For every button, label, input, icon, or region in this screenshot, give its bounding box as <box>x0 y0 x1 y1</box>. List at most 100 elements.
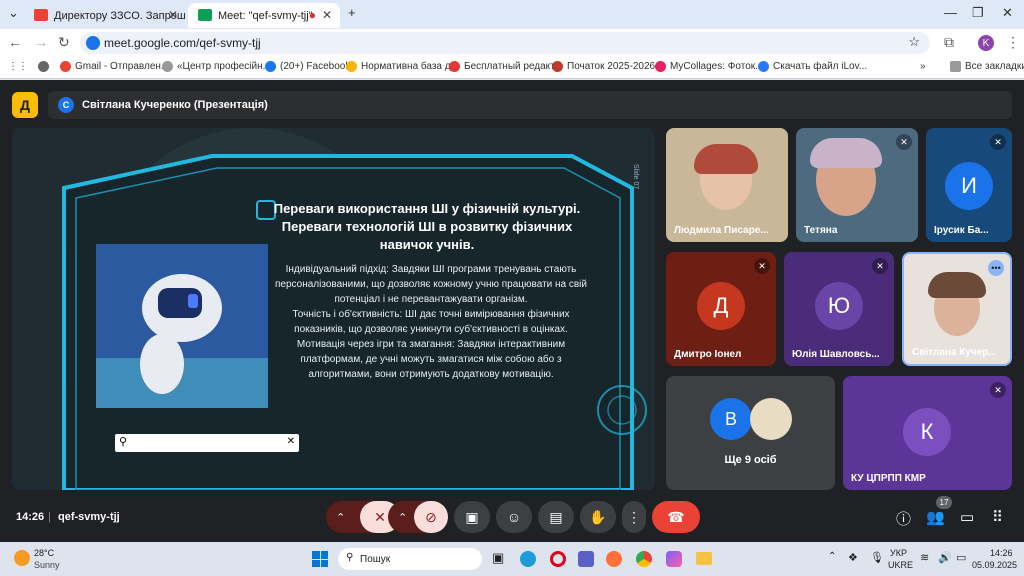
chevron-up-icon[interactable]: ⌃ <box>828 551 836 562</box>
people-icon[interactable]: 👥 <box>926 508 945 526</box>
edge-icon[interactable] <box>520 551 536 567</box>
search-placeholder: Пошук <box>360 553 391 565</box>
info-icon[interactable]: ⓘ <box>896 508 911 529</box>
file-explorer-icon[interactable] <box>696 552 712 565</box>
more-options-button[interactable]: ⋮ <box>622 501 646 533</box>
participant-tile[interactable]: Ю ✕ Юлія Шавловсь... <box>784 252 894 366</box>
participant-tile[interactable]: К ✕ КУ ЦПРПП КМР <box>843 376 1012 490</box>
volume-icon[interactable]: 🔊 <box>938 551 952 564</box>
present-button[interactable]: ▣ <box>454 501 490 533</box>
dropbox-icon[interactable]: ❖ <box>848 551 858 564</box>
globe-icon[interactable] <box>38 61 49 72</box>
teams-icon[interactable] <box>578 551 594 567</box>
raise-hand-button[interactable]: ✋ <box>580 501 616 533</box>
participant-tile[interactable]: И ✕ Ірусик Ба... <box>926 128 1012 242</box>
slide-body: Індивідуальний підхід: Завдяки ШІ програ… <box>272 262 590 382</box>
opera-icon[interactable] <box>550 551 566 567</box>
bookmark-item[interactable]: Скачать файл iLov... <box>758 61 867 72</box>
bookmark-item[interactable]: MyCollages: Фоток... <box>655 61 763 72</box>
bookmark-item[interactable]: «Центр професійн... <box>162 61 271 72</box>
weather-icon[interactable] <box>14 550 30 566</box>
bookmark-item[interactable]: Нормативна база д... <box>346 61 459 72</box>
search-box[interactable]: ⚲ Пошук <box>338 548 482 570</box>
bookmark-label: MyCollages: Фоток... <box>670 61 764 72</box>
close-icon[interactable]: ✕ <box>287 436 295 447</box>
participant-avatar: В <box>710 398 752 440</box>
restore-icon[interactable]: ❐ <box>972 5 984 21</box>
url-text: meet.google.com/qef-svmy-tjj <box>104 36 261 50</box>
window-close-icon[interactable]: ✕ <box>1002 5 1013 21</box>
all-bookmarks[interactable]: Все закладки <box>950 61 1024 72</box>
reload-icon[interactable]: ↻ <box>58 34 70 51</box>
camera-off-icon[interactable]: ⊘ <box>414 501 448 533</box>
tray-time[interactable]: 14:26 <box>990 548 1013 558</box>
more-participants-tile[interactable]: В Ще 9 осіб <box>666 376 835 490</box>
chrome-icon[interactable] <box>636 551 652 567</box>
mic-icon[interactable]: 🎙 <box>870 551 884 564</box>
site-info-icon[interactable] <box>86 36 100 50</box>
browser-chrome: ⌄ Директору ЗЗСО. Запрошення ✕ Meet: "qe… <box>0 0 1024 80</box>
bookmark-item[interactable]: Gmail - Отправлен... <box>60 61 169 72</box>
gmail-icon <box>34 9 48 21</box>
presentation-bar: С Світлана Кучеренко (Презентація) <box>48 91 1012 119</box>
star-icon[interactable]: ☆ <box>908 34 920 50</box>
camera-toggle[interactable]: ⌃ ⊘ <box>388 501 448 533</box>
start-icon[interactable] <box>312 551 328 567</box>
toolbar: ← → ↻ meet.google.com/qef-svmy-tjj ☆ ⧉ K… <box>0 29 1024 57</box>
tab-gmail[interactable]: Директору ЗЗСО. Запрошення ✕ <box>24 3 186 28</box>
close-icon[interactable]: ✕ <box>322 8 332 22</box>
participant-hair <box>810 138 882 168</box>
slide-search-box[interactable]: ⚲ ✕ <box>115 434 299 452</box>
back-icon[interactable]: ← <box>8 34 22 50</box>
bookmark-label: (20+) Facebook <box>280 61 351 72</box>
chevron-right-icon[interactable]: » <box>920 61 926 72</box>
meet-window: Д С Світлана Кучеренко (Презентація) Sli… <box>0 80 1024 542</box>
close-icon[interactable]: ✕ <box>168 8 178 22</box>
leave-call-button[interactable]: ☎ <box>652 501 700 533</box>
bookmark-label: Gmail - Отправлен... <box>75 61 170 72</box>
participant-avatar: И <box>945 162 993 210</box>
tab-meet[interactable]: Meet: "qef-svmy-tjj" ● ✕ <box>188 3 340 28</box>
battery-icon[interactable]: ▭ <box>956 551 966 564</box>
new-tab-icon[interactable]: + <box>348 5 356 20</box>
profile-avatar[interactable]: K <box>978 35 994 51</box>
forward-icon[interactable]: → <box>34 34 48 50</box>
apps-icon[interactable]: ⋮⋮ <box>8 61 28 72</box>
participant-tile[interactable]: Людмила Писаре... <box>666 128 788 242</box>
participant-tile[interactable]: ••• Світлана Кучер... <box>902 252 1012 366</box>
bookmark-label: Бесплатный редакт... <box>464 61 562 72</box>
chevron-up-icon[interactable]: ⌃ <box>336 511 345 524</box>
lang-indicator[interactable]: УКР <box>890 548 907 558</box>
tab-search-icon[interactable]: ⌄ <box>8 5 19 21</box>
task-view-icon[interactable]: ▣ <box>492 550 504 566</box>
bookmark-item[interactable]: Початок 2025-2026... <box>552 61 663 72</box>
participant-avatar: К <box>903 408 951 456</box>
minimize-icon[interactable]: — <box>944 5 957 20</box>
chevron-up-icon[interactable]: ⌃ <box>398 511 407 524</box>
participant-photo <box>750 398 792 440</box>
address-bar[interactable]: meet.google.com/qef-svmy-tjj ☆ <box>80 32 930 54</box>
copilot-icon[interactable] <box>666 551 682 567</box>
bookmark-item[interactable]: (20+) Facebook <box>265 61 350 72</box>
participant-name: Юлія Шавловсь... <box>792 349 880 360</box>
bookmark-item[interactable]: Бесплатный редакт... <box>449 61 562 72</box>
captions-button[interactable]: ▤ <box>538 501 574 533</box>
hand-icon: ✋ <box>589 508 607 525</box>
emoji-button[interactable]: ☺ <box>496 501 532 533</box>
taskbar: 28°C Sunny ⚲ Пошук ▣ ⌃ ❖ 🎙 УКР UKRE ≋ 🔊 … <box>0 542 1024 576</box>
participant-tile[interactable]: ✕ Тетяна <box>796 128 918 242</box>
activities-icon[interactable]: ⠿ <box>992 508 1003 526</box>
captions-icon: ▤ <box>549 508 563 525</box>
more-options-icon[interactable]: ••• <box>988 260 1004 276</box>
chat-icon[interactable]: ▭ <box>960 508 974 526</box>
participant-name: Людмила Писаре... <box>674 225 769 236</box>
menu-icon[interactable]: ⋮ <box>1006 34 1020 51</box>
presenter-avatar: С <box>58 97 74 113</box>
extensions-icon[interactable]: ⧉ <box>944 34 954 51</box>
participant-tile[interactable]: Д ✕ Дмитро Іонел <box>666 252 776 366</box>
present-icon: ▣ <box>465 508 479 525</box>
more-participants-label: Ще 9 осіб <box>724 454 777 466</box>
wifi-icon[interactable]: ≋ <box>920 551 929 564</box>
firefox-icon[interactable] <box>606 551 622 567</box>
participant-hair <box>928 272 986 298</box>
